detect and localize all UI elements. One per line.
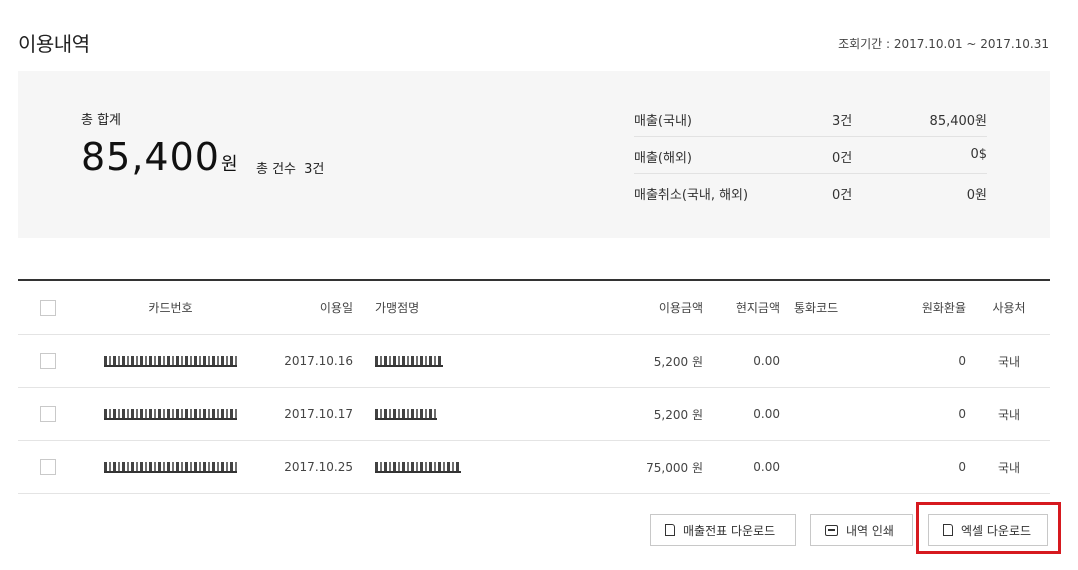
breakdown-amount: 85,400원: [929, 114, 987, 129]
breakdown-amount: 0$: [970, 147, 987, 162]
breakdown-label: 매출(국내): [634, 114, 692, 129]
currency-code: [794, 335, 854, 387]
usage-place: 국내: [997, 460, 1021, 475]
table-row: 2017.10.16 5,200 원 0.00 0 국내: [18, 335, 1050, 388]
breakdown-count: 0건: [832, 151, 853, 166]
local-amount: 0.00: [753, 354, 780, 368]
currency-code: [794, 441, 854, 493]
breakdown-row-domestic: 매출(국내) 3건 85,400원: [634, 100, 987, 137]
sales-slip-download-label: 매출전표 다운로드: [683, 523, 776, 538]
col-currency-code: 통화코드: [794, 301, 839, 315]
col-card-number: 카드번호: [148, 301, 193, 315]
total-label: 총 합계: [81, 113, 122, 128]
redacted-merchant-name[interactable]: [375, 461, 461, 473]
local-amount: 0.00: [753, 460, 780, 474]
col-usage-place: 사용처: [992, 301, 1026, 315]
usage-amount: 5,200 원: [653, 354, 703, 369]
total-count: 총 건수 3건: [256, 158, 324, 177]
col-date: 이용일: [319, 301, 353, 315]
col-local-amount: 현지금액: [735, 301, 780, 315]
total-amount: 85,400원: [81, 135, 239, 179]
usage-date: 2017.10.17: [284, 407, 353, 421]
row-checkbox[interactable]: [40, 459, 56, 475]
select-all-checkbox[interactable]: [40, 299, 56, 316]
breakdown-amount: 0원: [966, 188, 987, 203]
merchant-masked[interactable]: [375, 388, 555, 440]
merchant-masked[interactable]: [375, 335, 555, 387]
redacted-card-number[interactable]: [104, 355, 237, 367]
select-all-cell: [40, 281, 58, 334]
breakdown-list: 매출(국내) 3건 85,400원 매출(해외) 0건 0$ 매출취소(국내, …: [634, 100, 987, 211]
redacted-merchant-name[interactable]: [375, 408, 437, 420]
currency-code: [794, 388, 854, 440]
usage-place: 국내: [997, 354, 1021, 369]
usage-amount: 75,000 원: [646, 460, 703, 475]
col-merchant: 가맹점명: [375, 301, 420, 315]
breakdown-label: 매출(해외): [634, 151, 692, 166]
redacted-card-number[interactable]: [104, 461, 237, 473]
query-period: 조회기간 : 2017.10.01 ~ 2017.10.31: [838, 37, 1049, 51]
usage-amount: 5,200 원: [653, 407, 703, 422]
usage-place: 국내: [997, 407, 1021, 422]
total-amount-unit: 원: [220, 154, 239, 175]
merchant-masked[interactable]: [375, 441, 555, 493]
breakdown-label: 매출취소(국내, 해외): [634, 188, 749, 203]
total-amount-value: 85,400: [81, 135, 220, 179]
usage-date: 2017.10.16: [284, 354, 353, 368]
redacted-merchant-name[interactable]: [375, 355, 443, 367]
document-icon: [665, 524, 675, 536]
breakdown-row-overseas: 매출(해외) 0건 0$: [634, 137, 987, 174]
print-history-button[interactable]: 내역 인쇄: [810, 514, 913, 546]
total-count-value: 3건: [304, 162, 325, 177]
breakdown-row-cancel: 매출취소(국내, 해외) 0건 0원: [634, 174, 987, 211]
page-title: 이용내역: [18, 32, 90, 56]
sales-slip-download-button[interactable]: 매출전표 다운로드: [650, 514, 796, 546]
col-exchange-rate: 원화환율: [921, 301, 966, 315]
excel-download-highlight: [916, 502, 1061, 554]
redacted-card-number[interactable]: [104, 408, 237, 420]
print-history-label: 내역 인쇄: [846, 523, 894, 538]
breakdown-count: 0건: [832, 188, 853, 203]
card-number-masked[interactable]: [103, 441, 238, 493]
row-checkbox[interactable]: [40, 353, 56, 369]
summary-panel: 총 합계 85,400원 총 건수 3건 매출(국내) 3건 85,400원 매…: [18, 71, 1050, 238]
table-row: 2017.10.25 75,000 원 0.00 0 국내: [18, 441, 1050, 494]
table-header: 카드번호 이용일 가맹점명 이용금액 현지금액 통화코드 원화환율 사용처: [18, 281, 1050, 335]
row-select-cell: [40, 335, 58, 387]
breakdown-count: 3건: [832, 114, 853, 129]
exchange-rate: 0: [958, 354, 966, 368]
col-amount: 이용금액: [658, 301, 703, 315]
exchange-rate: 0: [958, 407, 966, 421]
row-checkbox[interactable]: [40, 406, 56, 422]
exchange-rate: 0: [958, 460, 966, 474]
table-row: 2017.10.17 5,200 원 0.00 0 국내: [18, 388, 1050, 441]
usage-date: 2017.10.25: [284, 460, 353, 474]
row-select-cell: [40, 441, 58, 493]
total-count-label: 총 건수: [256, 162, 297, 177]
printer-icon: [825, 524, 838, 536]
usage-table: 카드번호 이용일 가맹점명 이용금액 현지금액 통화코드 원화환율 사용처 20…: [18, 279, 1050, 494]
card-number-masked[interactable]: [103, 335, 238, 387]
card-number-masked[interactable]: [103, 388, 238, 440]
local-amount: 0.00: [753, 407, 780, 421]
row-select-cell: [40, 388, 58, 440]
